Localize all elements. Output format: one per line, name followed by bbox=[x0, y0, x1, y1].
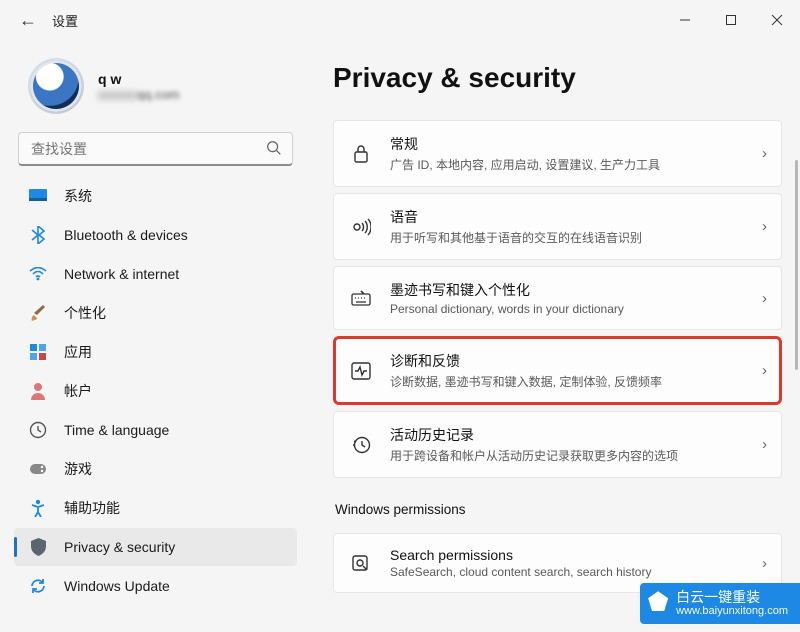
card-general[interactable]: 常规广告 ID, 本地内容, 应用启动, 设置建议, 生产力工具 › bbox=[333, 120, 782, 187]
chevron-right-icon: › bbox=[762, 555, 767, 572]
pulse-icon bbox=[350, 360, 372, 382]
scrollbar[interactable] bbox=[795, 160, 798, 370]
sidebar-item-system[interactable]: 系统 bbox=[14, 177, 297, 215]
chevron-right-icon: › bbox=[762, 145, 767, 162]
bluetooth-icon bbox=[28, 225, 48, 245]
card-diagnostics[interactable]: 诊断和反馈诊断数据, 墨迹书写和键入数据, 定制体验, 反馈频率 › bbox=[333, 336, 782, 405]
sidebar-item-network[interactable]: Network & internet bbox=[14, 255, 297, 293]
brush-icon bbox=[28, 303, 48, 323]
sidebar-item-label: 游戏 bbox=[64, 459, 92, 479]
sidebar-item-label: 帐户 bbox=[64, 381, 92, 401]
history-icon bbox=[350, 434, 372, 456]
card-subtitle: 用于跨设备和帐户从活动历史记录获取更多内容的选项 bbox=[390, 447, 762, 464]
user-icon bbox=[28, 381, 48, 401]
account-name: q w bbox=[98, 71, 180, 87]
section-label: Windows permissions bbox=[335, 502, 782, 517]
card-title: 活动历史记录 bbox=[390, 425, 762, 445]
monitor-icon bbox=[28, 186, 48, 206]
sidebar-item-label: Network & internet bbox=[64, 266, 179, 282]
wifi-icon bbox=[28, 264, 48, 284]
card-ink[interactable]: 墨迹书写和键入个性化 Personal dictionary, words in … bbox=[333, 266, 782, 330]
sidebar: q w xxxxxxqq.com 系统 Bluetooth & devices … bbox=[0, 40, 305, 632]
game-icon bbox=[28, 459, 48, 479]
sidebar-item-personalize[interactable]: 个性化 bbox=[14, 294, 297, 332]
update-icon bbox=[28, 576, 48, 596]
back-button[interactable]: ← bbox=[12, 4, 44, 36]
watermark-line1: 白云一键重装 bbox=[676, 589, 788, 605]
card-subtitle: 诊断数据, 墨迹书写和键入数据, 定制体验, 反馈频率 bbox=[390, 373, 762, 390]
sidebar-item-label: Bluetooth & devices bbox=[64, 227, 188, 243]
window-controls bbox=[662, 0, 800, 40]
keyboard-icon bbox=[350, 287, 372, 309]
sidebar-item-label: 个性化 bbox=[64, 303, 106, 323]
card-title: 诊断和反馈 bbox=[390, 351, 762, 371]
chevron-right-icon: › bbox=[762, 362, 767, 379]
watermark: 白云一键重装 www.baiyunxitong.com bbox=[640, 583, 800, 624]
clock-icon bbox=[28, 420, 48, 440]
card-subtitle: 广告 ID, 本地内容, 应用启动, 设置建议, 生产力工具 bbox=[390, 156, 762, 173]
chevron-right-icon: › bbox=[762, 218, 767, 235]
apps-icon bbox=[28, 342, 48, 362]
voice-icon bbox=[350, 216, 372, 238]
content-pane: Privacy & security 常规广告 ID, 本地内容, 应用启动, … bbox=[305, 40, 800, 632]
sidebar-item-update[interactable]: Windows Update bbox=[14, 567, 297, 605]
card-title: 语音 bbox=[390, 207, 762, 227]
search-input[interactable] bbox=[18, 132, 293, 166]
card-title: Search permissions bbox=[390, 547, 762, 563]
sidebar-item-label: Privacy & security bbox=[64, 539, 175, 555]
accessibility-icon bbox=[28, 498, 48, 518]
sidebar-item-apps[interactable]: 应用 bbox=[14, 333, 297, 371]
close-button[interactable] bbox=[754, 0, 800, 40]
window-title: 设置 bbox=[52, 11, 78, 30]
card-subtitle: 用于听写和其他基于语音的交互的在线语音识别 bbox=[390, 229, 762, 246]
sidebar-item-time[interactable]: Time & language bbox=[14, 411, 297, 449]
sidebar-item-bluetooth[interactable]: Bluetooth & devices bbox=[14, 216, 297, 254]
sidebar-item-label: 系统 bbox=[64, 186, 92, 206]
chevron-right-icon: › bbox=[762, 290, 767, 307]
sidebar-item-label: Time & language bbox=[64, 422, 169, 438]
card-title: 常规 bbox=[390, 134, 762, 154]
sidebar-item-accessibility[interactable]: 辅助功能 bbox=[14, 489, 297, 527]
minimize-button[interactable] bbox=[662, 0, 708, 40]
card-activity[interactable]: 活动历史记录用于跨设备和帐户从活动历史记录获取更多内容的选项 › bbox=[333, 411, 782, 478]
nav-list: 系统 Bluetooth & devices Network & interne… bbox=[10, 176, 301, 606]
search-icon bbox=[265, 139, 283, 157]
watermark-line2: www.baiyunxitong.com bbox=[676, 605, 788, 618]
search-card-icon bbox=[350, 552, 372, 574]
sidebar-item-accounts[interactable]: 帐户 bbox=[14, 372, 297, 410]
account-block[interactable]: q w xxxxxxqq.com bbox=[10, 52, 301, 128]
account-email: xxxxxxqq.com bbox=[98, 87, 180, 102]
lock-icon bbox=[350, 143, 372, 165]
sidebar-item-label: 应用 bbox=[64, 342, 92, 362]
chevron-right-icon: › bbox=[762, 436, 767, 453]
shield-icon bbox=[28, 537, 48, 557]
card-title: 墨迹书写和键入个性化 bbox=[390, 280, 762, 300]
sidebar-item-gaming[interactable]: 游戏 bbox=[14, 450, 297, 488]
sidebar-item-label: 辅助功能 bbox=[64, 498, 120, 518]
page-title: Privacy & security bbox=[333, 62, 790, 94]
maximize-button[interactable] bbox=[708, 0, 754, 40]
avatar bbox=[28, 58, 84, 114]
sidebar-item-label: Windows Update bbox=[64, 578, 170, 594]
card-subtitle: Personal dictionary, words in your dicti… bbox=[390, 302, 762, 316]
sidebar-item-privacy[interactable]: Privacy & security bbox=[14, 528, 297, 566]
titlebar: ← 设置 bbox=[0, 0, 800, 40]
card-subtitle: SafeSearch, cloud content search, search… bbox=[390, 565, 762, 579]
card-voice[interactable]: 语音用于听写和其他基于语音的交互的在线语音识别 › bbox=[333, 193, 782, 260]
